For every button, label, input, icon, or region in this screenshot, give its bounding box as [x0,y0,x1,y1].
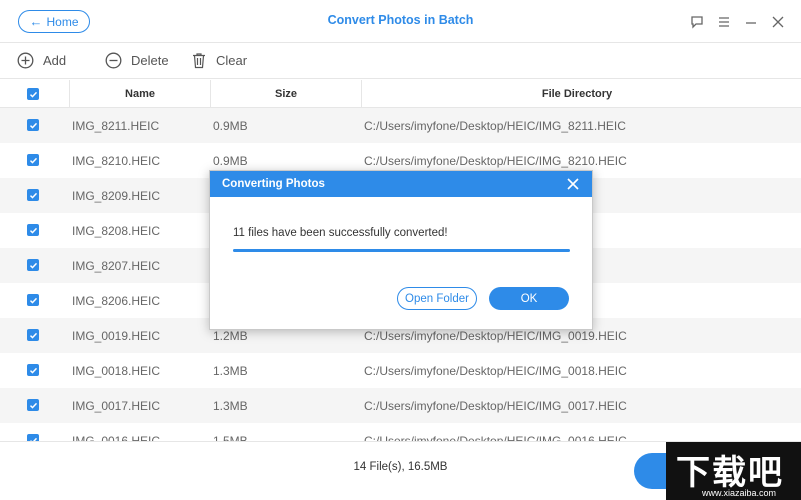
table-header: Name Size File Directory [0,80,801,108]
row-checkbox[interactable] [27,364,39,376]
row-checkbox[interactable] [27,329,39,341]
row-checkbox[interactable] [27,399,39,411]
column-header-directory[interactable]: File Directory [362,80,792,108]
watermark-text: 下载吧 [676,453,784,493]
clear-button[interactable]: Clear [191,52,247,69]
row-checkbox[interactable] [27,119,39,131]
file-name: IMG_8209.HEIC [72,188,161,203]
toolbar: Add Delete Clear [0,43,801,79]
menu-icon[interactable] [716,14,732,30]
dialog-message: 11 files have been successfully converte… [233,227,448,239]
dialog-header: Converting Photos [210,171,592,197]
ok-button[interactable]: OK [489,287,569,310]
progress-bar-fill [233,249,570,252]
table-row[interactable]: IMG_8211.HEIC 0.9MB C:/Users/imyfone/Deskt… [0,108,801,143]
watermark-url: www.xiazaiba.com [702,488,777,498]
table-row[interactable]: IMG_0017.HEIC 1.3MB C:/Users/imyfone/Deskt… [0,388,801,423]
table-row[interactable]: IMG_0016.HEIC 1.5MB C:/Users/imyfone/Deskt… [0,423,801,441]
add-button[interactable]: Add [17,52,66,69]
table-row[interactable]: IMG_0018.HEIC 1.3MB C:/Users/imyfone/Deskt… [0,353,801,388]
remove-icon [105,52,122,69]
file-name: IMG_0016.HEIC [72,433,161,442]
file-directory: C:/Users/imyfone/Desktop/HEIC/IMG_8211.H… [364,118,626,133]
close-icon[interactable] [770,14,786,30]
file-name: IMG_0017.HEIC [72,398,161,413]
delete-button[interactable]: Delete [105,52,169,69]
trash-icon [193,53,205,69]
file-directory: C:/Users/imyfone/Desktop/HEIC/IMG_0018.H… [364,363,627,378]
row-checkbox[interactable] [27,154,39,166]
converting-dialog: Converting Photos 11 files have been suc… [209,170,593,330]
row-checkbox[interactable] [27,224,39,236]
file-name: IMG_8207.HEIC [72,258,161,273]
column-divider [69,80,70,108]
feedback-icon[interactable] [689,14,705,30]
file-size: 1.3MB [213,363,248,378]
minimize-icon[interactable] [743,14,759,30]
file-directory: C:/Users/imyfone/Desktop/HEIC/IMG_0017.H… [364,398,627,413]
row-checkbox[interactable] [27,294,39,306]
delete-label: Delete [131,53,169,68]
page-title: Convert Photos in Batch [327,13,474,27]
row-checkbox[interactable] [27,434,39,441]
file-name: IMG_8208.HEIC [72,223,161,238]
add-label: Add [43,53,67,68]
watermark-logo: 下载吧 www.xiazaiba.com [666,442,801,500]
column-header-size[interactable]: Size [211,80,361,108]
title-bar: ← Home Convert Photos in Batch [0,0,801,43]
column-divider [210,80,211,108]
row-checkbox[interactable] [27,259,39,271]
open-folder-button[interactable]: Open Folder [397,287,477,310]
file-name: IMG_8211.HEIC [72,118,160,133]
file-name: IMG_8210.HEIC [72,153,161,168]
dialog-close-icon[interactable] [566,177,580,191]
dialog-title: Converting Photos [222,178,325,190]
clear-label: Clear [216,53,248,68]
file-name: IMG_0018.HEIC [72,363,161,378]
add-icon [17,52,34,69]
file-name: IMG_8206.HEIC [72,293,161,308]
file-size: 1.3MB [213,398,248,413]
progress-bar [233,249,570,252]
file-size: 0.9MB [213,118,248,133]
file-name: IMG_0019.HEIC [72,328,161,343]
column-header-name[interactable]: Name [70,80,210,108]
column-divider [361,80,362,108]
select-all-checkbox[interactable] [27,88,39,100]
file-size: 1.5MB [213,433,248,442]
file-directory: C:/Users/imyfone/Desktop/HEIC/IMG_0016.H… [364,433,627,442]
row-checkbox[interactable] [27,189,39,201]
